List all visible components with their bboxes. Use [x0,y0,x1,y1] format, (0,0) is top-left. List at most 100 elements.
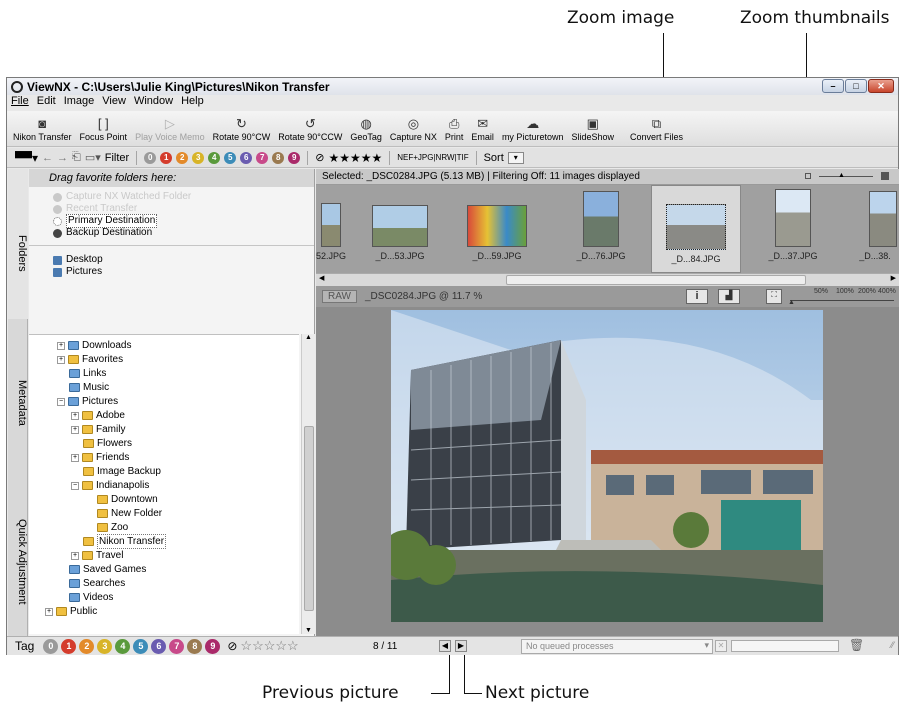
rotate-ccw-button[interactable]: ↺ Rotate 90°CCW [274,116,346,142]
tree-item-searches[interactable]: Searches [69,577,125,590]
print-button[interactable]: ⎙ Print [441,116,468,142]
zoom-level-100[interactable]: 100% [836,288,854,295]
tab-metadata[interactable]: Metadata [8,319,28,469]
filter-label-2[interactable]: 2 [176,151,189,164]
thumbnail-selected[interactable]: _D...84.JPG [651,185,741,273]
tree-item-music[interactable]: Music [69,381,109,394]
zoom-level-200[interactable]: 200% [858,288,876,295]
play-voice-memo-button[interactable]: ▷ Play Voice Memo [131,116,209,142]
tree-item-indianapolis[interactable]: − Indianapolis [71,479,149,492]
filter-label-5[interactable]: 5 [224,151,237,164]
filter-label-3[interactable]: 3 [192,151,205,164]
filter-label-1[interactable]: 1 [160,151,173,164]
favorite-backup-destination[interactable]: Backup Destination [29,227,314,239]
tag-label-6[interactable]: 6 [151,638,167,654]
thumbnail[interactable]: _D...38. [851,189,899,261]
tag-label-2[interactable]: 2 [79,638,95,654]
capture-nx-button[interactable]: ◎ Capture NX [386,116,441,142]
fit-screen-icon[interactable]: ⛶ [766,289,782,304]
tree-item-videos[interactable]: Videos [69,591,113,604]
thumbnail[interactable]: _D...53.JPG [370,189,430,261]
thumbnail[interactable]: _D...59.JPG [466,189,528,261]
tag-label-3[interactable]: 3 [97,638,113,654]
tag-label-7[interactable]: 7 [169,638,185,654]
scroll-down-arrow[interactable]: ▼ [302,627,315,634]
thumbnail[interactable]: _D...76.JPG [571,189,631,261]
resize-grip-icon[interactable]: ⁄⁄ [891,640,894,650]
info-icon[interactable]: i [686,289,708,304]
thumbnail-zoom-slider[interactable]: ▲ [805,172,889,182]
tree-item-pictures[interactable]: − Pictures [57,395,118,408]
previous-picture-button[interactable]: ◀ [439,640,451,652]
thumbnail[interactable]: _D...37.JPG [763,189,823,261]
filter-label-8[interactable]: 8 [272,151,285,164]
tree-item-friends[interactable]: + Friends [71,451,129,464]
tag-label-5[interactable]: 5 [133,638,149,654]
convert-files-button[interactable]: ⧉ Convert Files [626,116,687,142]
raw-button[interactable]: RAW [322,290,357,303]
folder-options-icon[interactable]: ▭▾ [85,151,101,164]
slideshow-button[interactable]: ▣ SlideShow [567,116,618,142]
up-folder-icon[interactable]: ⎗ [72,151,81,164]
menu-edit[interactable]: Edit [37,95,56,110]
close-button[interactable]: ✕ [868,79,894,93]
tree-item-flowers[interactable]: Flowers [83,437,132,450]
filter-label-0[interactable]: 0 [144,151,157,164]
trash-icon[interactable]: 🗑 [849,638,864,652]
filter-label-4[interactable]: 4 [208,151,221,164]
rating-stars[interactable]: ☆☆☆☆☆ [240,638,298,654]
next-picture-button[interactable]: ▶ [455,640,467,652]
tree-item-family[interactable]: + Family [71,423,125,436]
thumbnail[interactable]: 52.JPG [316,189,346,261]
back-icon[interactable]: ← [42,152,53,164]
my-picturetown-button[interactable]: ☁ my Picturetown [498,116,568,142]
menu-help[interactable]: Help [181,95,204,110]
tree-item-downloads[interactable]: + Downloads [57,339,131,352]
scroll-left-arrow[interactable]: ◀ [319,274,324,282]
email-button[interactable]: ✉ Email [467,116,498,142]
scroll-up-arrow[interactable]: ▲ [302,334,315,341]
tab-folders[interactable]: Folders [8,169,28,319]
tree-item-travel[interactable]: + Travel [71,549,123,562]
clear-rating-icon[interactable]: ⊘ [227,639,237,653]
menu-image[interactable]: Image [64,95,95,110]
tree-item-image-backup[interactable]: Image Backup [83,465,161,478]
queue-dropdown[interactable]: No queued processes ▾ [521,639,713,654]
maximize-button[interactable]: □ [845,79,867,93]
star-rating-filter[interactable]: ★★★★★ [328,151,382,165]
favorite-capture-nx-watched[interactable]: Capture NX Watched Folder [29,191,314,203]
location-pictures[interactable]: Pictures [29,266,314,278]
scroll-thumb[interactable] [304,426,314,611]
tree-item-adobe[interactable]: + Adobe [71,409,125,422]
nikon-transfer-button[interactable]: ◙ Nikon Transfer [9,116,76,142]
rotate-cw-button[interactable]: ↻ Rotate 90°CW [209,116,275,142]
minimize-button[interactable]: – [822,79,844,93]
scroll-right-arrow[interactable]: ▶ [891,274,896,282]
tree-item-public[interactable]: + Public [45,605,97,618]
location-desktop[interactable]: Desktop [29,254,314,266]
tag-label-4[interactable]: 4 [115,638,131,654]
menu-file[interactable]: File [11,95,29,110]
forward-icon[interactable]: → [57,152,68,164]
tree-item-downtown[interactable]: Downtown [97,493,158,506]
tree-scrollbar[interactable]: ▲ ▼ [301,334,315,634]
cancel-queue-icon[interactable]: ✕ [715,640,727,652]
menu-window[interactable]: Window [134,95,173,110]
sort-dropdown[interactable]: ▾ [507,151,524,164]
geotag-button[interactable]: ◍ GeoTag [346,116,386,142]
zoom-level-400[interactable]: 400% [878,288,896,295]
tag-label-9[interactable]: 9 [205,638,221,654]
tree-item-saved-games[interactable]: Saved Games [69,563,146,576]
favorite-primary-destination[interactable]: Primary Destination [29,214,314,228]
histogram-icon[interactable]: ▟ [718,289,740,304]
file-format-filter[interactable]: NEF+JPG|NRW|TIF [397,153,468,162]
tree-item-nikon-transfer[interactable]: Nikon Transfer [83,534,167,549]
tab-quick-adjustment[interactable]: Quick Adjustment [8,469,28,636]
image-zoom-slider[interactable]: ▲ 50% 100% 200% 400% [788,288,896,306]
tag-label-8[interactable]: 8 [187,638,203,654]
layout-menu-icon[interactable]: ▀▀▾ [15,151,38,165]
tag-label-1[interactable]: 1 [61,638,77,654]
menu-view[interactable]: View [102,95,126,110]
filter-label-7[interactable]: 7 [256,151,269,164]
zoom-level-50[interactable]: 50% [814,288,828,295]
